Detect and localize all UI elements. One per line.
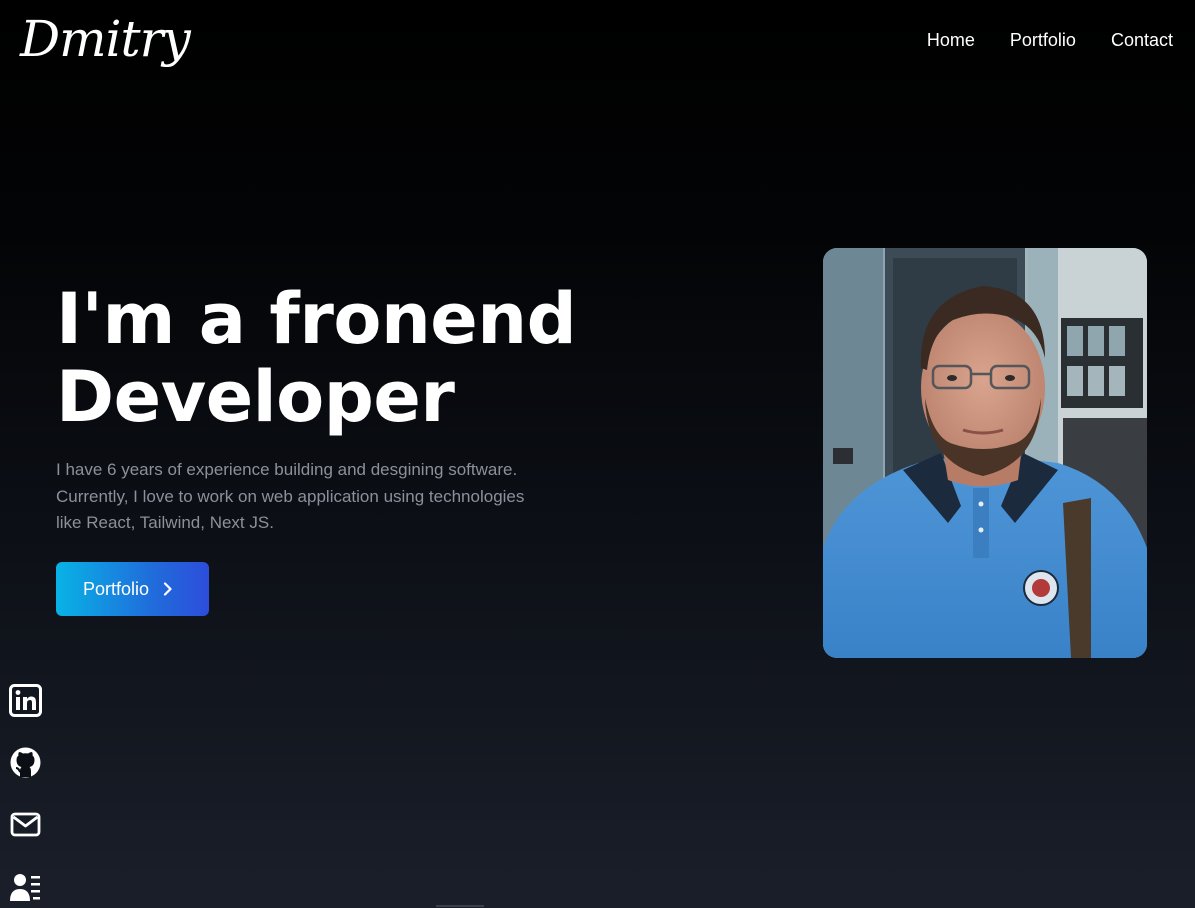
hero-title-line2: Developer <box>56 356 455 438</box>
profile-photo <box>823 248 1147 658</box>
linkedin-icon[interactable] <box>9 684 42 717</box>
mail-icon[interactable] <box>9 808 42 841</box>
social-links <box>9 684 42 903</box>
main-nav: Home Portfolio Contact <box>927 30 1173 51</box>
scroll-indicator <box>436 905 484 907</box>
nav-home-link[interactable]: Home <box>927 30 975 51</box>
hero-description: I have 6 years of experience building an… <box>56 460 525 532</box>
hero-title: I'm a fronend Developer <box>56 280 676 436</box>
nav-portfolio-link[interactable]: Portfolio <box>1010 30 1076 51</box>
resume-icon[interactable] <box>9 870 42 903</box>
github-icon[interactable] <box>9 746 42 779</box>
chevron-right-icon <box>163 582 172 596</box>
hero-title-line1: I'm a fronend <box>56 278 577 360</box>
portfolio-button[interactable]: Portfolio <box>56 562 209 616</box>
nav-contact-link[interactable]: Contact <box>1111 30 1173 51</box>
portfolio-button-label: Portfolio <box>83 578 150 599</box>
top-navbar: Dmitry Home Portfolio Contact <box>0 0 1195 86</box>
logo[interactable]: Dmitry <box>20 4 191 74</box>
